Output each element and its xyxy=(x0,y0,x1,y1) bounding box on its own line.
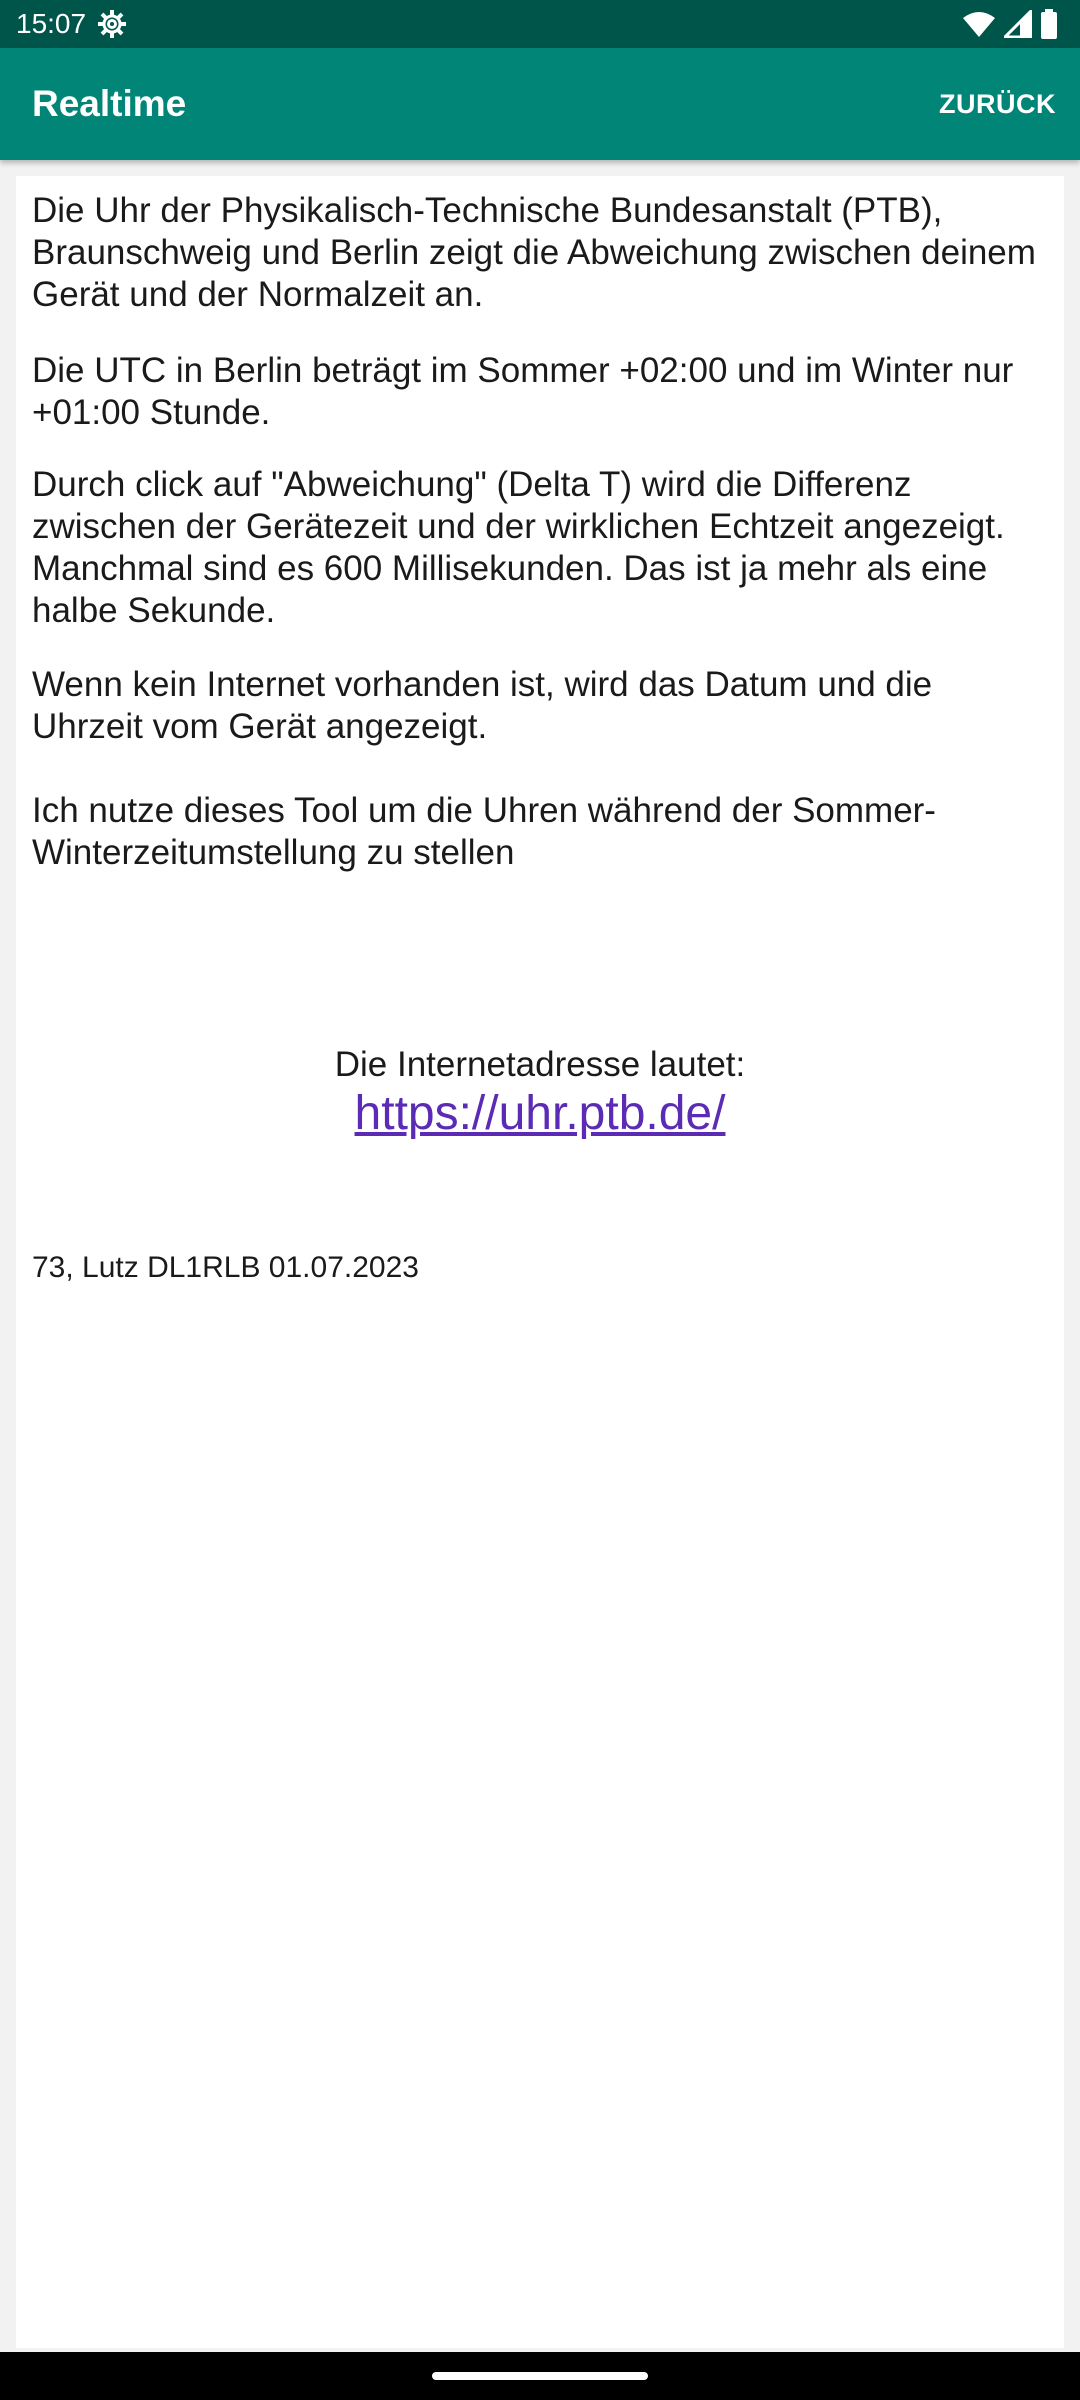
info-paragraph-offline: Wenn kein Internet vorhanden ist, wird d… xyxy=(32,665,933,746)
info-paragraph-ptb: Die Uhr der Physikalisch-Technische Bund… xyxy=(32,191,1036,314)
wifi-icon xyxy=(962,10,996,38)
status-bar: 15:07 xyxy=(0,0,1080,48)
app-bar: Realtime ZURÜCK xyxy=(0,48,1080,160)
battery-icon xyxy=(1040,9,1058,39)
status-icons xyxy=(962,8,1058,40)
info-paragraph-usage: Ich nutze dieses Tool um die Uhren währe… xyxy=(32,791,936,872)
ptb-link[interactable]: https://uhr.ptb.de/ xyxy=(355,1087,726,1140)
navigation-bar xyxy=(0,2352,1080,2400)
settings-gear-icon xyxy=(96,8,128,40)
back-button[interactable]: ZURÜCK xyxy=(939,48,1056,160)
signature: 73, Lutz DL1RLB 01.07.2023 xyxy=(32,1251,419,1284)
app-title: Realtime xyxy=(32,83,187,124)
status-time: 15:07 xyxy=(16,8,87,39)
home-gesture-handle[interactable] xyxy=(432,2372,648,2380)
content-card: Die Uhr der Physikalisch-Technische Bund… xyxy=(16,176,1064,2348)
info-paragraph-utc: Die UTC in Berlin beträgt im Sommer +02:… xyxy=(32,351,1014,432)
info-paragraph-delta: Durch click auf "Abweichung" (Delta T) w… xyxy=(32,465,1005,630)
address-link-row: https://uhr.ptb.de/ xyxy=(16,1084,1064,1144)
cell-signal-icon xyxy=(1004,10,1032,38)
address-label: Die Internetadresse lautet: xyxy=(334,1045,746,1084)
